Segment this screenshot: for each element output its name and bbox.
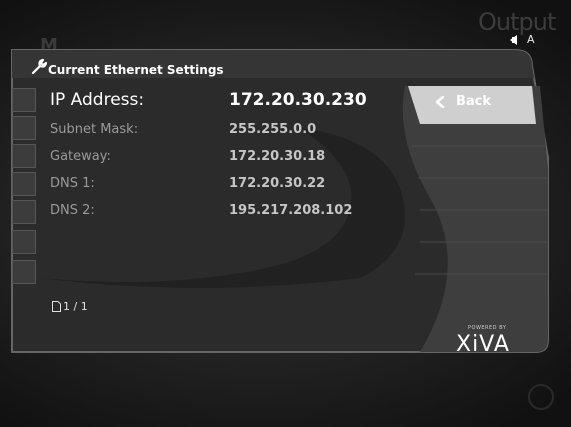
ip-address-value: 172.20.30.230 <box>229 90 367 110</box>
output-label: Output <box>478 8 556 36</box>
row-tab[interactable] <box>12 88 36 112</box>
dns2-value: 195.217.208.102 <box>229 203 353 218</box>
dns2-label: DNS 2: <box>50 203 95 218</box>
xiva-logo: XiVA <box>456 332 510 357</box>
chevron-left-icon <box>435 96 445 108</box>
wrench-icon <box>31 58 48 75</box>
back-button[interactable]: Back <box>412 86 544 122</box>
gateway-label: Gateway: <box>50 149 111 164</box>
row-tab[interactable] <box>12 260 36 284</box>
speaker-icon <box>510 35 517 45</box>
output-letter: A <box>527 33 535 46</box>
row-tab[interactable] <box>12 230 36 254</box>
audio-status: A <box>510 33 550 47</box>
corner-logo-icon <box>528 384 554 410</box>
powered-by-label: POWERED BY <box>468 325 507 331</box>
ethernet-settings-panel: Current Ethernet Settings IP Address: 17… <box>0 48 571 358</box>
gateway-value: 172.20.30.18 <box>229 149 326 164</box>
back-button-label: Back <box>456 94 492 109</box>
panel-title: Current Ethernet Settings <box>48 63 224 77</box>
page-icon <box>52 301 61 312</box>
subnet-mask-value: 255.255.0.0 <box>229 122 317 137</box>
dns1-label: DNS 1: <box>50 176 95 191</box>
row-tab[interactable] <box>12 200 36 224</box>
page-indicator: 1 / 1 <box>63 300 88 313</box>
screen: M Output A Current Ethernet Settings IP … <box>0 0 571 427</box>
row-tab[interactable] <box>12 172 36 196</box>
subnet-mask-label: Subnet Mask: <box>50 122 139 137</box>
row-tab[interactable] <box>12 144 36 168</box>
dns1-value: 172.20.30.22 <box>229 176 326 191</box>
row-tab[interactable] <box>12 116 36 140</box>
ip-address-label: IP Address: <box>50 90 145 110</box>
